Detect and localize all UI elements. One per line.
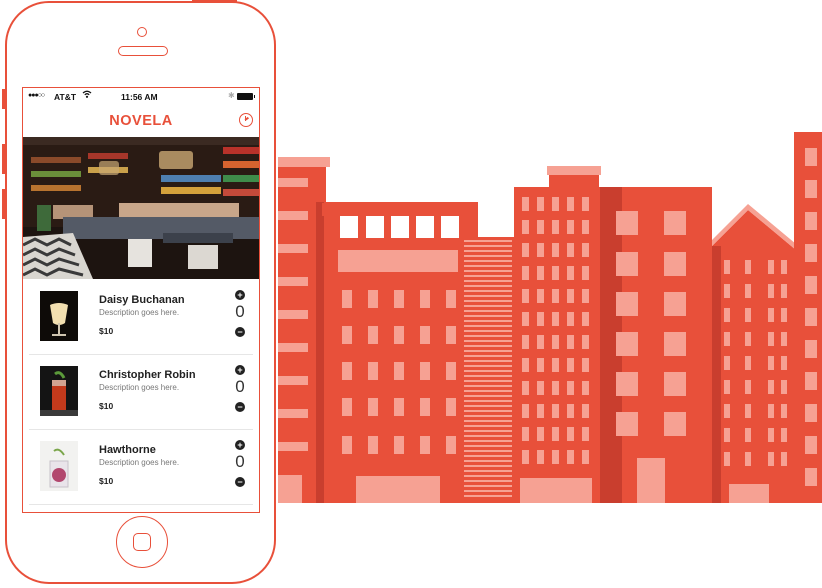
front-camera xyxy=(137,27,147,37)
item-description: Description goes here. xyxy=(99,458,180,467)
phone-frame: ●●●○○ AT&T 11:56 AM ✱ NOVELA Daisy Bucha… xyxy=(2,0,276,584)
app-screen: ●●●○○ AT&T 11:56 AM ✱ NOVELA Daisy Bucha… xyxy=(22,87,260,513)
item-price: $10 xyxy=(99,476,114,486)
item-name: Daisy Buchanan xyxy=(99,294,185,306)
minus-icon[interactable]: − xyxy=(235,402,245,412)
earpiece-speaker xyxy=(118,46,168,56)
plus-icon[interactable]: + xyxy=(235,440,245,450)
cocktail-thumbnail xyxy=(40,441,78,491)
power-button xyxy=(192,0,237,2)
item-quantity: 0 xyxy=(235,452,245,471)
hero-image xyxy=(23,137,259,279)
battery-icon xyxy=(237,93,255,100)
app-title: NOVELA xyxy=(109,113,173,129)
item-quantity: 0 xyxy=(235,377,245,396)
status-time: 11:56 AM xyxy=(121,92,158,102)
menu-list: Daisy Buchanan Description goes here. $1… xyxy=(23,280,259,505)
item-description: Description goes here. xyxy=(99,308,180,317)
volume-down-button xyxy=(2,189,5,219)
list-item[interactable]: Hawthorne Description goes here. $10 + 0… xyxy=(29,430,253,505)
status-bar: ●●●○○ AT&T 11:56 AM ✱ xyxy=(23,88,259,106)
volume-up-button xyxy=(2,144,5,174)
minus-icon[interactable]: − xyxy=(235,477,245,487)
signal-icon: ●●●○○ xyxy=(28,92,45,99)
cocktail-thumbnail xyxy=(40,366,78,416)
nav-bar: NOVELA xyxy=(23,106,259,136)
item-name: Christopher Robin xyxy=(99,369,196,381)
clock-icon[interactable] xyxy=(239,113,253,127)
item-quantity: 0 xyxy=(235,302,245,321)
list-item[interactable]: Christopher Robin Description goes here.… xyxy=(29,355,253,430)
home-square-icon xyxy=(133,533,151,551)
minus-icon[interactable]: − xyxy=(235,327,245,337)
cocktail-thumbnail xyxy=(40,291,78,341)
item-price: $10 xyxy=(99,401,114,411)
carrier-label: AT&T xyxy=(54,92,77,102)
mute-switch xyxy=(2,89,5,109)
wifi-icon xyxy=(82,90,92,100)
item-name: Hawthorne xyxy=(99,444,156,456)
item-price: $10 xyxy=(99,326,114,336)
bluetooth-icon: ✱ xyxy=(228,91,235,100)
plus-icon[interactable]: + xyxy=(235,365,245,375)
home-button[interactable] xyxy=(116,516,168,568)
plus-icon[interactable]: + xyxy=(235,290,245,300)
list-item[interactable]: Daisy Buchanan Description goes here. $1… xyxy=(29,280,253,355)
item-description: Description goes here. xyxy=(99,383,180,392)
